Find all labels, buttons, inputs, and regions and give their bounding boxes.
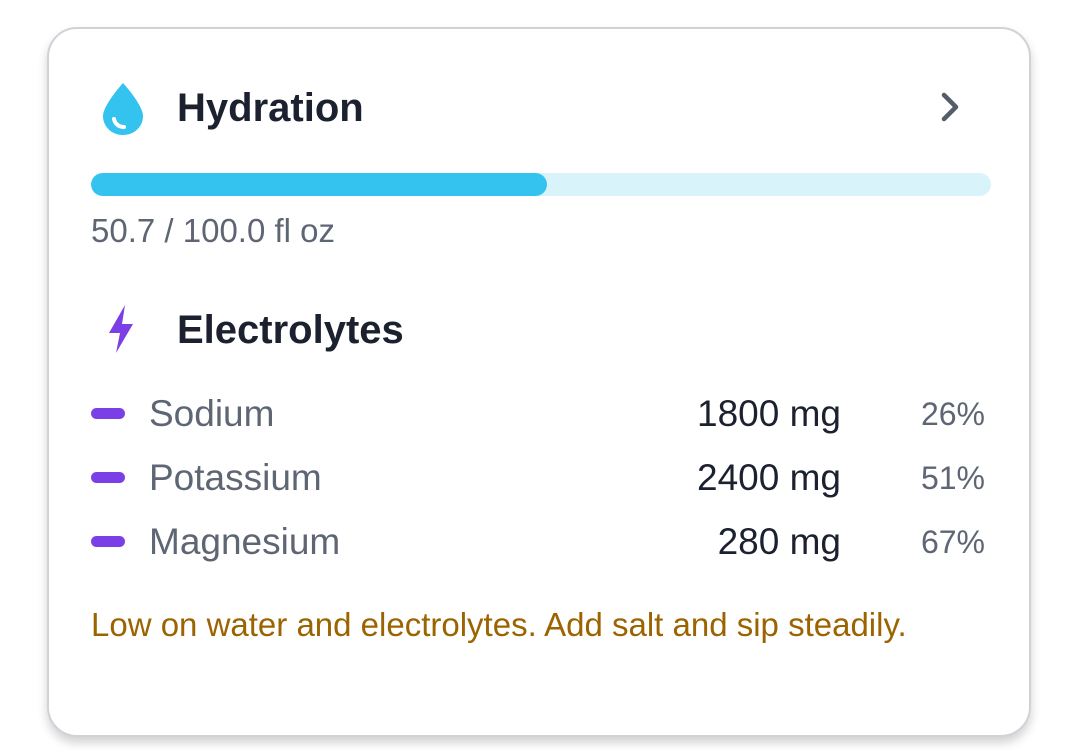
electrolyte-amount: 280 mg [717, 521, 841, 562]
electrolyte-row-potassium: Potassium 2400 mg 51% [49, 449, 1029, 513]
electrolyte-amount: 2400 mg [697, 457, 841, 498]
water-drop-icon [97, 79, 149, 137]
hydration-progress-fill [91, 173, 548, 196]
magnesium-marker [91, 536, 125, 547]
electrolyte-row-sodium: Sodium 1800 mg 26% [49, 385, 1029, 449]
electrolyte-row-magnesium: Magnesium 280 mg 67% [49, 513, 1029, 577]
electrolyte-percent: 26% [920, 396, 985, 432]
hydration-card[interactable]: Hydration 50.7 / 100.0 fl oz Electrolyte… [47, 27, 1031, 737]
potassium-marker [91, 472, 125, 483]
hydration-progress-bar [91, 173, 991, 196]
advice-message: Low on water and electrolytes. Add salt … [91, 606, 907, 643]
electrolytes-header: Electrolytes [49, 301, 1029, 359]
electrolytes-title: Electrolytes [177, 308, 404, 352]
electrolyte-name: Sodium [149, 393, 275, 434]
lightning-bolt-icon [103, 303, 139, 355]
hydration-progress-label: 50.7 / 100.0 fl oz [91, 212, 336, 249]
hydration-title: Hydration [177, 86, 364, 130]
electrolyte-list: Sodium 1800 mg 26% Potassium 2400 mg 51%… [49, 385, 1029, 577]
hydration-header[interactable]: Hydration [49, 79, 1029, 137]
sodium-marker [91, 408, 125, 419]
electrolyte-percent: 51% [920, 460, 985, 496]
electrolyte-name: Magnesium [149, 521, 341, 562]
chevron-right-icon[interactable] [929, 87, 969, 127]
electrolyte-name: Potassium [149, 457, 322, 498]
electrolyte-amount: 1800 mg [697, 393, 841, 434]
electrolyte-percent: 67% [920, 524, 985, 560]
